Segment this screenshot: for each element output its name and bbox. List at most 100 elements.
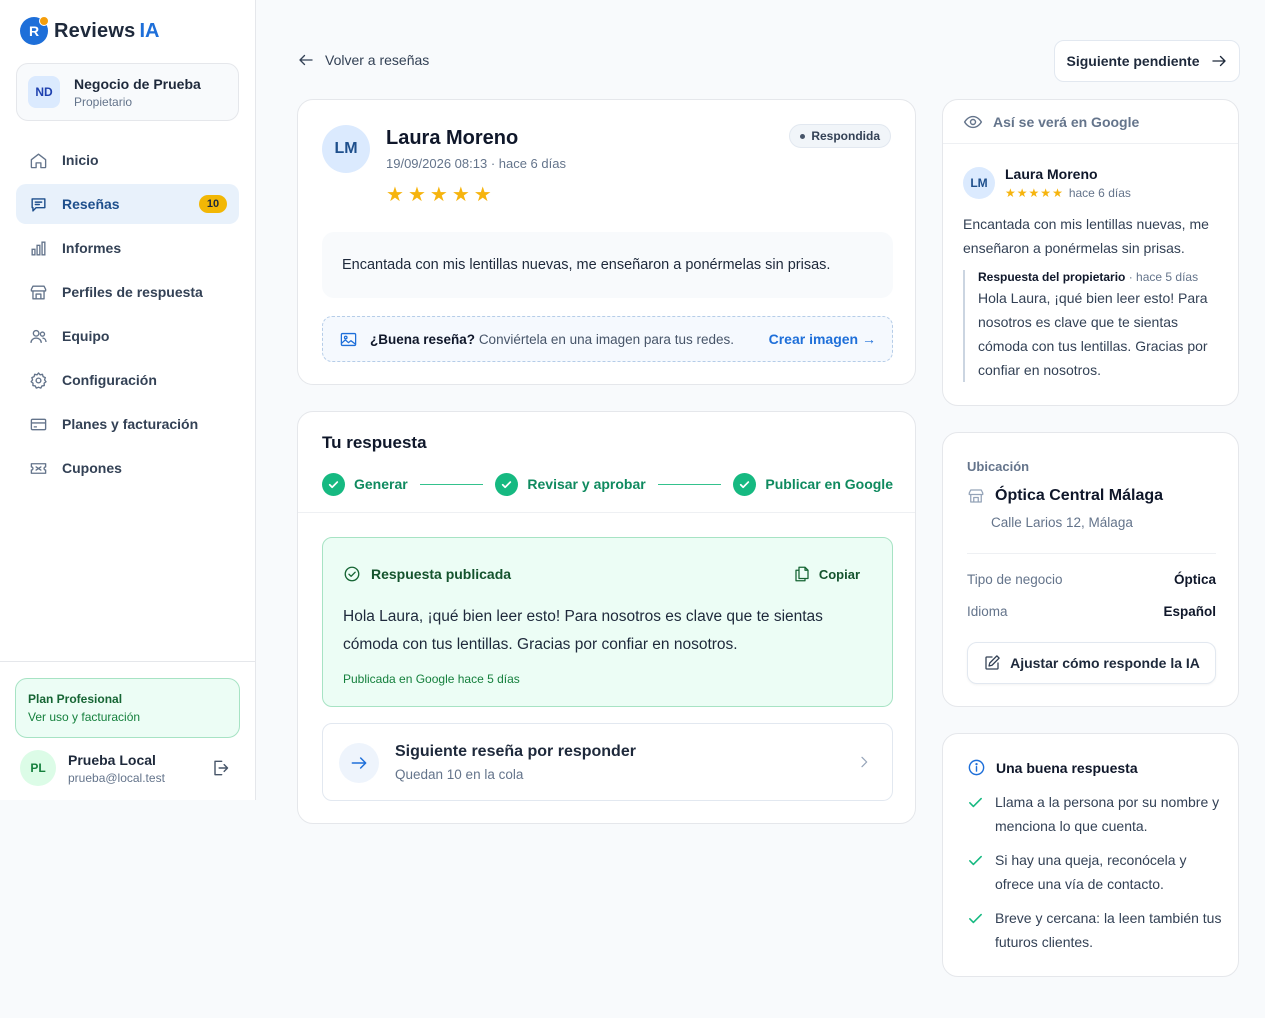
adjust-ai-button[interactable]: Ajustar cómo responde la IA [967, 642, 1216, 684]
next-pending-label: Siguiente pendiente [1066, 53, 1200, 69]
image-icon [340, 332, 357, 346]
sidebar-item-inicio[interactable]: Inicio [16, 140, 239, 180]
star-icon: ★ [407, 184, 426, 206]
divider [967, 553, 1216, 554]
published-label: Respuesta publicada [371, 566, 512, 582]
sidebar-item-label: Perfiles de respuesta [62, 284, 203, 300]
home-icon [28, 150, 48, 170]
next-review-card[interactable]: Siguiente reseña por responder Quedan 10… [322, 723, 893, 801]
sidebar-item-planes[interactable]: Planes y facturación [16, 404, 239, 444]
divider [298, 512, 915, 513]
adjust-ai-label: Ajustar cómo responde la IA [1010, 655, 1200, 671]
avatar: PL [20, 750, 56, 786]
logout-icon[interactable] [210, 758, 230, 783]
reviewer-avatar: LM [322, 125, 370, 173]
logo-mark: R [20, 16, 49, 45]
sidebar-item-label: Planes y facturación [62, 416, 199, 432]
step-connector [419, 483, 484, 485]
location-address: Calle Larios 12, Málaga [991, 515, 1133, 530]
response-title: Tu respuesta [322, 433, 427, 452]
preview-avatar: LM [963, 167, 995, 199]
business-switcher[interactable]: ND Negocio de Prueba Propietario [16, 63, 239, 121]
star-icon: ★ [1052, 186, 1063, 200]
sidebar-footer: Plan Profesional Ver uso y facturación P… [0, 661, 255, 800]
step-label: Revisar y aprobar [527, 476, 646, 492]
sidebar-item-label: Reseñas [62, 196, 120, 212]
create-image-link[interactable]: Crear imagen → [769, 331, 876, 347]
published-response: Respuesta publicada Copiar Hola Laura, ¡… [322, 537, 893, 707]
step-publish: Publicar en Google [733, 472, 893, 496]
check-circle-icon [322, 472, 345, 496]
language-value: Español [1163, 604, 1216, 619]
next-pending-button[interactable]: Siguiente pendiente [1054, 40, 1240, 82]
star-icon: ★ [1040, 186, 1052, 200]
promo-strong: ¿Buena reseña? [370, 331, 476, 347]
preview-header: Así se verá en Google [943, 100, 1238, 144]
plan-link[interactable]: Ver uso y facturación [28, 710, 227, 724]
eye-icon [963, 115, 983, 128]
sidebar: R Reviews IA ND Negocio de Prueba Propie… [0, 0, 256, 800]
language-label: Idioma [967, 604, 1008, 619]
tip-text: Llama a la persona por su nombre y menci… [995, 794, 1220, 834]
published-note: Publicada en Google hace 5 días [343, 672, 520, 686]
credit-card-icon [28, 414, 48, 434]
plan-title: Plan Profesional [28, 692, 123, 706]
review-date: 19/09/2026 08:13 · hace 6 días [386, 156, 566, 171]
location-name-text: Óptica Central Málaga [995, 487, 1164, 504]
copy-button[interactable]: Copiar [793, 565, 860, 583]
ticket-icon [28, 458, 48, 478]
check-icon [967, 906, 985, 954]
plan-card[interactable]: Plan Profesional Ver uso y facturación [15, 678, 240, 738]
star-icon: ★ [451, 184, 470, 206]
app-logo[interactable]: R Reviews IA [20, 16, 160, 45]
create-image-banner: ¿Buena reseña? Conviértela en una imagen… [322, 316, 893, 362]
step-generate: Generar [322, 472, 408, 496]
store-icon [28, 282, 48, 302]
user-profile: PL Prueba Local prueba@local.test [20, 749, 240, 787]
sidebar-item-label: Informes [62, 240, 122, 256]
sidebar-item-configuracion[interactable]: Configuración [16, 360, 239, 400]
sidebar-item-cupones[interactable]: Cupones [16, 448, 239, 488]
owner-reply: Respuesta del propietario · hace 5 días … [963, 270, 1225, 382]
sidebar-item-equipo[interactable]: Equipo [16, 316, 239, 356]
back-to-reviews-link[interactable]: Volver a reseñas [297, 51, 429, 69]
list-item: Si hay una queja, reconócela y ofrece un… [967, 848, 1222, 896]
response-card: Tu respuesta Generar Revisar y aprobar P… [297, 411, 916, 824]
gear-icon [28, 370, 48, 390]
arrow-left-icon [299, 54, 313, 66]
status-label: Respondida [811, 129, 880, 143]
check-icon [967, 790, 985, 838]
tip-text: Si hay una queja, reconócela y ofrece un… [995, 852, 1187, 892]
tips-card: Una buena respuesta Llama a la persona p… [942, 733, 1239, 977]
list-item: Llama a la persona por su nombre y menci… [967, 790, 1222, 838]
sidebar-item-informes[interactable]: Informes [16, 228, 239, 268]
sidebar-item-label: Configuración [62, 372, 157, 388]
tips-header: Una buena respuesta [967, 758, 1138, 777]
status-badge: Respondida [789, 124, 891, 148]
logo-suffix: IA [139, 19, 160, 42]
sidebar-item-perfiles[interactable]: Perfiles de respuesta [16, 272, 239, 312]
sidebar-item-label: Equipo [62, 328, 110, 344]
reviews-count-badge: 10 [199, 195, 227, 213]
next-review-subtitle: Quedan 10 en la cola [395, 767, 524, 782]
preview-author: Laura Moreno [1005, 166, 1098, 182]
preview-time: hace 6 días [1068, 186, 1131, 200]
step-review: Revisar y aprobar [495, 472, 646, 496]
check-circle-outline-icon [344, 566, 360, 582]
back-label: Volver a reseñas [325, 52, 430, 68]
bar-chart-icon [28, 238, 48, 258]
sidebar-item-resenas[interactable]: Reseñas 10 [16, 184, 239, 224]
promo-body: Conviértela en una imagen para tus redes… [478, 331, 734, 347]
preview-meta: ★ ★ ★ ★ ★ hace 6 días [1005, 186, 1131, 200]
language-row: Idioma Español [967, 604, 1216, 619]
step-label: Generar [354, 476, 408, 492]
user-name: Prueba Local [68, 751, 156, 768]
star-icon: ★ [1016, 186, 1028, 200]
user-email: prueba@local.test [68, 770, 165, 785]
check-circle-icon [733, 472, 757, 496]
tip-text: Breve y cercana: la leen también tus fut… [995, 910, 1222, 950]
owner-time: · hace 5 días [1128, 270, 1199, 284]
tips-list: Llama a la persona por su nombre y menci… [967, 790, 1222, 964]
location-card: Ubicación Óptica Central Málaga Calle La… [942, 432, 1239, 707]
sidebar-nav: Inicio Reseñas 10 Informes Perfiles de r… [16, 140, 239, 492]
